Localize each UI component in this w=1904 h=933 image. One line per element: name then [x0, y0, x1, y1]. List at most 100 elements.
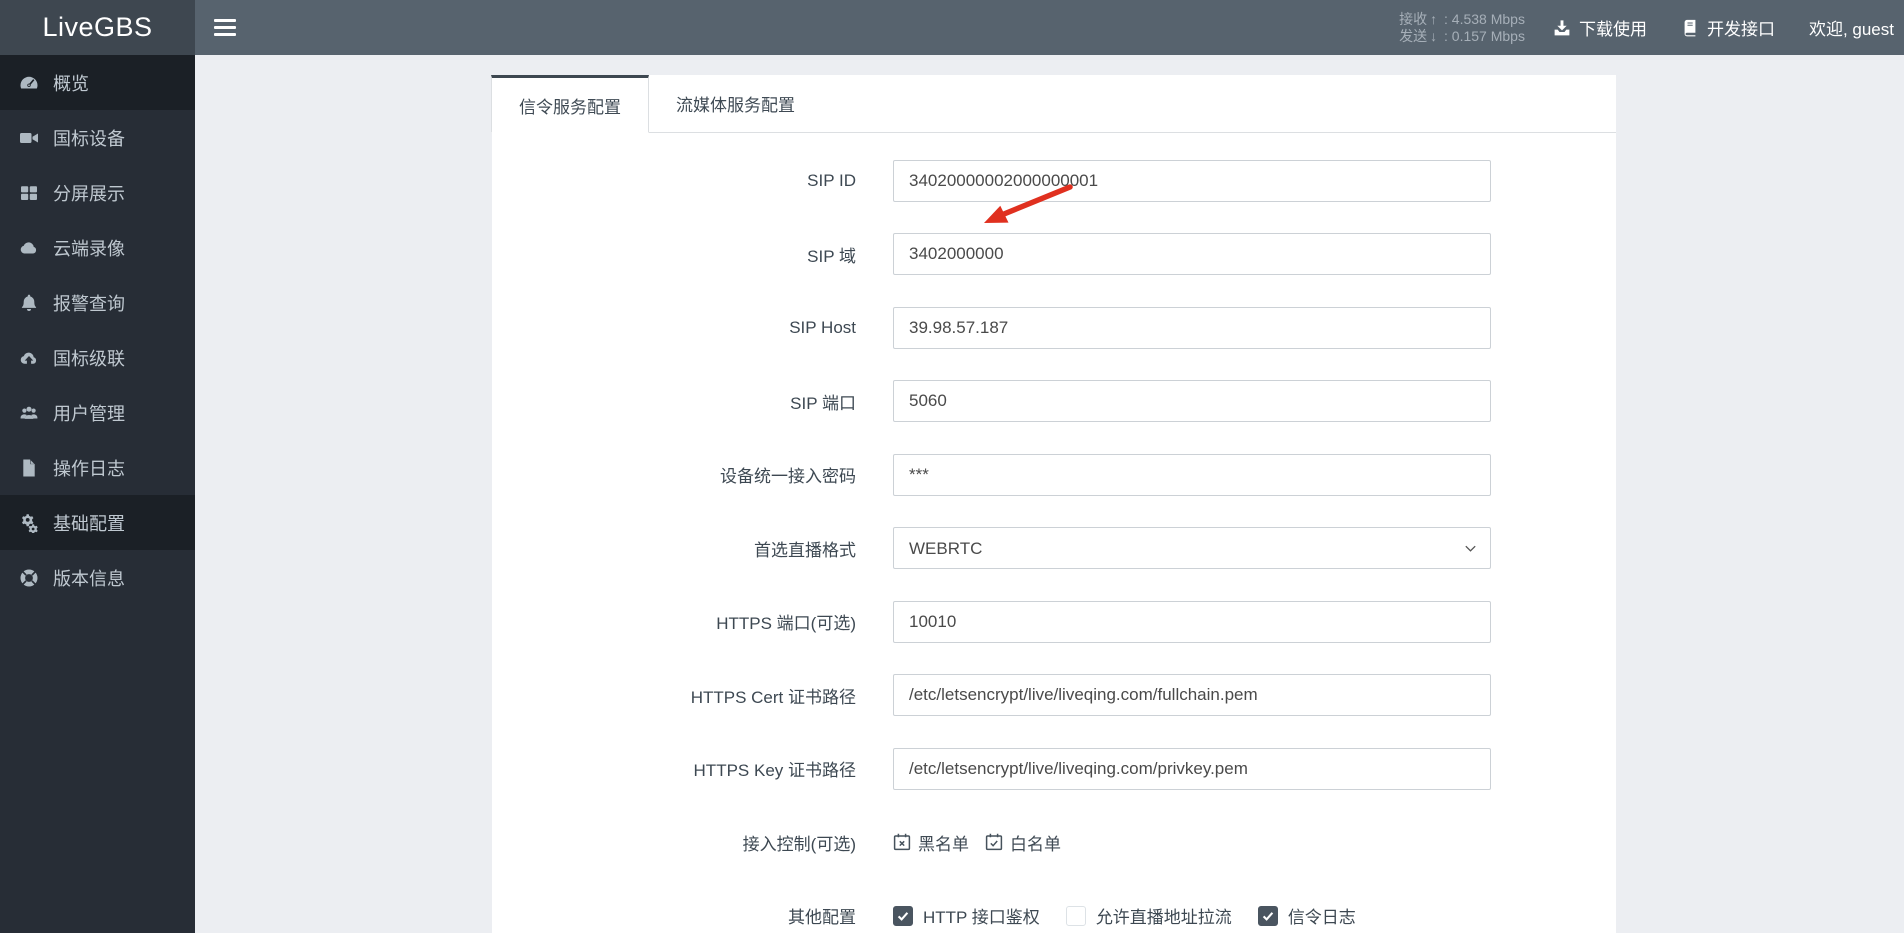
- allow-live-pull-checkbox[interactable]: [1065, 905, 1086, 926]
- config-form: SIP ID SIP 域 SIP Host SIP 端口设备统一接入密码首选直播格式 W…: [492, 133, 1616, 933]
- sidebar-item-label: 用户管理: [53, 403, 125, 424]
- stat-label: 发送: [1399, 27, 1428, 44]
- topbar-right: 接收 ↑ : 4.538 Mbps 发送 ↓ : 0.157 Mbps 下载使用 开发接…: [1399, 11, 1894, 45]
- field-label: 首选直播格式: [754, 540, 856, 560]
- download-icon: [1553, 19, 1571, 37]
- sidebar-item-label: 概览: [53, 73, 89, 94]
- welcome-user[interactable]: 欢迎, guest: [1809, 15, 1894, 40]
- sidebar-item-label: 分屏展示: [53, 183, 125, 204]
- file-icon: [18, 458, 40, 478]
- form-row: HTTPS Cert 证书路径: [492, 659, 1616, 733]
- sidebar-item-label: 操作日志: [53, 458, 125, 479]
- sip-host-input[interactable]: [893, 306, 1491, 349]
- field-label: 接入控制(可选): [742, 834, 856, 854]
- tab-bar: 信令服务配置 流媒体服务配置: [491, 75, 1616, 133]
- field-label: SIP 域: [807, 246, 856, 266]
- tab-signal-config[interactable]: 信令服务配置: [491, 75, 649, 133]
- allow-live-pull-checkbox-group: 允许直播地址拉流: [1065, 903, 1232, 928]
- allow-live-pull-label: 允许直播地址拉流: [1095, 908, 1232, 928]
- form-row: 设备统一接入密码: [492, 438, 1616, 512]
- https-cert-path-input[interactable]: [893, 674, 1491, 717]
- field-control: [893, 159, 1491, 202]
- arrow-down-icon: ↓: [1430, 27, 1438, 44]
- sidebar-item-label: 报警查询: [53, 293, 125, 314]
- sidebar-item-label: 基础配置: [53, 513, 125, 534]
- sidebar-item-version-info[interactable]: 版本信息: [0, 550, 195, 605]
- sidebar-item-cloud-record[interactable]: 云端录像: [0, 220, 195, 275]
- calendar-check-icon: [985, 833, 1003, 851]
- form-row: 首选直播格式 WEBRTC: [492, 512, 1616, 586]
- field-label: SIP Host: [789, 317, 856, 337]
- form-row: SIP 端口: [492, 365, 1616, 439]
- field-control: [893, 453, 1491, 496]
- sidebar-item-gb-devices[interactable]: 国标设备: [0, 110, 195, 165]
- grid-icon: [18, 183, 40, 203]
- field-control: [893, 233, 1491, 276]
- sidebar-item-gb-cascade[interactable]: 国标级联: [0, 330, 195, 385]
- field-control: [893, 674, 1491, 717]
- tab-media-config[interactable]: 流媒体服务配置: [649, 75, 822, 132]
- sidebar-item-alarm-query[interactable]: 报警查询: [0, 275, 195, 330]
- stat-label: 接收: [1399, 10, 1428, 27]
- blacklist-link[interactable]: 黑名单: [893, 830, 969, 855]
- sidebar-item-overview[interactable]: 概览: [0, 55, 195, 110]
- bell-icon: [18, 293, 40, 313]
- access-control-row: 接入控制(可选) 黑名单 白名单: [492, 806, 1616, 880]
- download-label: 下载使用: [1578, 20, 1647, 39]
- form-row: SIP Host: [492, 291, 1616, 365]
- field-control: 黑名单 白名单: [893, 830, 1491, 855]
- sidebar-item-split-screen[interactable]: 分屏展示: [0, 165, 195, 220]
- stat-line: 发送 ↓ : 0.157 Mbps: [1399, 28, 1525, 45]
- calendar-x-icon: [893, 833, 911, 851]
- arrow-up-icon: ↑: [1430, 10, 1438, 27]
- book-icon: [1681, 19, 1699, 37]
- users-icon: [18, 403, 40, 423]
- download-link[interactable]: 下载使用: [1553, 15, 1647, 40]
- sidebar-item-basic-config[interactable]: 基础配置: [0, 495, 195, 550]
- stat-value: 0.157 Mbps: [1451, 27, 1525, 44]
- device-access-password-input[interactable]: [893, 453, 1491, 496]
- sidebar-menu: 概览国标设备分屏展示云端录像报警查询国标级联用户管理操作日志基础配置版本信息: [0, 55, 195, 605]
- preferred-live-format-select[interactable]: WEBRTC: [893, 527, 1491, 570]
- sip-domain-input[interactable]: [893, 233, 1491, 276]
- field-label: 设备统一接入密码: [720, 467, 856, 487]
- sidebar-item-label: 国标级联: [53, 348, 125, 369]
- field-label: SIP 端口: [790, 393, 856, 413]
- stat-colon: :: [1440, 10, 1452, 27]
- menu-toggle-button[interactable]: [214, 18, 238, 38]
- signal-log-checkbox[interactable]: [1257, 905, 1278, 926]
- app-logo[interactable]: LiveGBS: [0, 0, 195, 55]
- http-auth-checkbox[interactable]: [893, 905, 913, 926]
- field-label: 其他配置: [788, 908, 856, 928]
- field-control: HTTP 接口鉴权 允许直播地址拉流 信令日志: [893, 903, 1491, 928]
- field-control: [893, 380, 1491, 423]
- form-row: HTTPS Key 证书路径: [492, 732, 1616, 806]
- stat-colon: :: [1440, 27, 1452, 44]
- whitelist-link[interactable]: 白名单: [985, 830, 1061, 855]
- cloud-icon: [18, 238, 40, 258]
- sidebar-item-user-management[interactable]: 用户管理: [0, 385, 195, 440]
- field-label: HTTPS 端口(可选): [716, 614, 856, 634]
- sidebar: LiveGBS 概览国标设备分屏展示云端录像报警查询国标级联用户管理操作日志基础…: [0, 0, 195, 933]
- signal-log-label: 信令日志: [1287, 908, 1356, 928]
- sidebar-item-operation-log[interactable]: 操作日志: [0, 440, 195, 495]
- topbar: 接收 ↑ : 4.538 Mbps 发送 ↓ : 0.157 Mbps 下载使用 开发接…: [195, 0, 1904, 55]
- http-auth-label: HTTP 接口鉴权: [923, 908, 1040, 928]
- network-stats: 接收 ↑ : 4.538 Mbps 发送 ↓ : 0.157 Mbps: [1399, 11, 1525, 45]
- cloud-upload-icon: [18, 348, 40, 368]
- https-key-path-input[interactable]: [893, 747, 1491, 790]
- signal-log-checkbox-group: 信令日志: [1257, 903, 1356, 928]
- field-label: HTTPS Key 证书路径: [693, 761, 856, 781]
- field-label: SIP ID: [807, 170, 856, 190]
- sip-id-input[interactable]: [893, 159, 1491, 202]
- life-ring-icon: [18, 568, 40, 588]
- https-port-input[interactable]: [893, 600, 1491, 643]
- video-camera-icon: [18, 128, 40, 148]
- sip-port-input[interactable]: [893, 380, 1491, 423]
- api-docs-link[interactable]: 开发接口: [1681, 15, 1775, 40]
- form-row: SIP ID: [492, 144, 1616, 218]
- form-row: SIP 域: [492, 218, 1616, 292]
- stat-value: 4.538 Mbps: [1451, 10, 1525, 27]
- whitelist-label: 白名单: [1010, 834, 1061, 854]
- form-row: HTTPS 端口(可选): [492, 585, 1616, 659]
